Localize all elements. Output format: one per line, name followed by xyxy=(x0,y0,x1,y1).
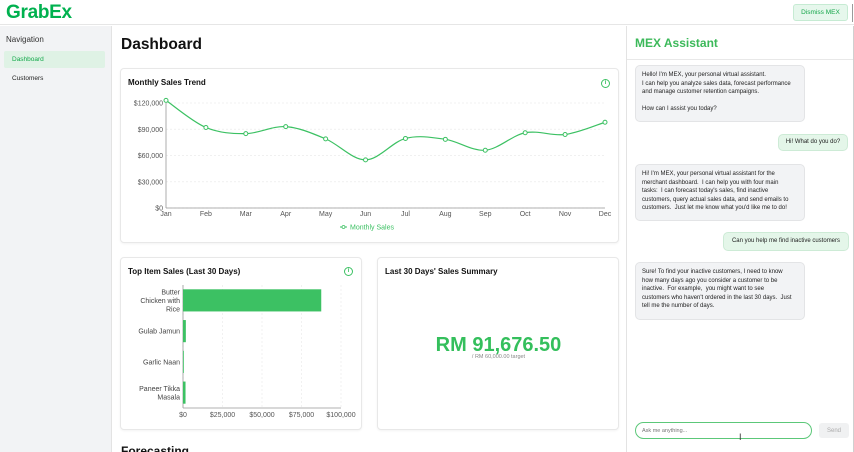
sales-summary-card: Last 30 Days' Sales Summary RM 91,676.50… xyxy=(377,257,619,430)
x-tick-label: Oct xyxy=(520,211,531,218)
data-point xyxy=(203,125,209,130)
y-tick-label: $120,000 xyxy=(134,101,163,108)
y-tick-label: Paneer Tikka Masala xyxy=(139,386,180,401)
x-tick-label: Jan xyxy=(160,211,171,218)
data-point xyxy=(602,119,608,125)
top-item-sales-card: Top Item Sales (Last 30 Days) i $0 $25,00… xyxy=(120,257,362,430)
x-tick-label: $50,000 xyxy=(249,412,274,419)
sales-target-text: / RM 60,000.00 target xyxy=(471,354,526,360)
page-title: Dashboard xyxy=(121,36,202,53)
x-tick-label: Mar xyxy=(240,211,253,218)
send-button[interactable]: Send xyxy=(819,423,849,438)
x-tick-label: $100,000 xyxy=(326,412,355,419)
x-tick-label: Dec xyxy=(599,211,612,218)
data-point xyxy=(163,97,169,103)
y-tick-label: Garlic Naan xyxy=(143,359,180,366)
sidebar: Navigation Dashboard Customers xyxy=(0,26,112,452)
data-point xyxy=(482,147,488,153)
bot-message: Hi! I'm MEX, your personal virtual assis… xyxy=(635,164,805,221)
data-point xyxy=(323,136,329,142)
mex-assistant-panel: MEX Assistant Hello! I'm MEX, your perso… xyxy=(626,26,854,452)
y-tick-label: $90,000 xyxy=(138,127,163,134)
top-item-sales-chart: $0 $25,000 $50,000 $75,000 $100,000 Butter Chi… xyxy=(138,285,356,419)
forecasting-section-title: Forecasting xyxy=(121,444,190,452)
sales-bar xyxy=(183,381,186,404)
monthly-sales-chart: $0$30,000$60,000$90,000$120,000Jan Feb Mar… xyxy=(134,97,612,232)
grabex-logo[interactable]: GrabEx xyxy=(6,2,72,24)
x-tick-label: Feb xyxy=(200,211,212,218)
sidebar-item-customers[interactable]: Customers xyxy=(4,70,105,87)
y-tick-label: Gulab Jamun xyxy=(138,329,180,336)
assistant-title: MEX Assistant xyxy=(635,36,718,50)
sales-bar xyxy=(183,289,322,312)
monthly-sales-line xyxy=(165,99,606,161)
x-tick-label: Aug xyxy=(439,211,452,218)
x-tick-label: Jun xyxy=(360,211,371,218)
top-bar: GrabEx Dismiss MEX xyxy=(0,0,854,25)
data-point xyxy=(562,132,568,137)
x-tick-label: $0 xyxy=(179,412,187,419)
x-tick-label: May xyxy=(319,211,333,218)
topbar-divider xyxy=(852,4,853,22)
monthly-sales-card: Monthly Sales Trend i $0 $30,000 $60,000 $9… xyxy=(120,68,619,243)
sidebar-item-dashboard[interactable]: Dashboard xyxy=(4,51,105,68)
y-tick-label: Butter Chicken with Rice xyxy=(140,289,180,313)
data-point xyxy=(363,157,369,163)
x-tick-label: Apr xyxy=(280,211,292,218)
chat-input[interactable] xyxy=(635,422,812,439)
x-tick-label: $25,000 xyxy=(210,412,235,419)
x-tick-label: Sep xyxy=(479,211,492,218)
text-cursor-icon: I xyxy=(739,432,742,442)
bot-message: Hello! I'm MEX, your personal virtual as… xyxy=(635,65,805,122)
sales-bar xyxy=(183,350,184,373)
x-tick-label: $75,000 xyxy=(289,412,314,419)
user-message: Can you help me find inactive customers xyxy=(723,232,849,251)
dismiss-mex-button[interactable]: Dismiss MEX xyxy=(793,4,848,21)
data-point xyxy=(522,130,528,136)
assistant-divider xyxy=(627,59,854,60)
sales-bar xyxy=(183,320,186,343)
x-tick-label: Nov xyxy=(559,211,572,218)
data-point xyxy=(283,124,289,130)
sales-summary-title: Last 30 Days' Sales Summary xyxy=(385,267,498,276)
legend-marker-icon xyxy=(341,225,346,229)
main-content: Dashboard Monthly Sales Trend i $0 $30,00… xyxy=(113,26,625,452)
data-point xyxy=(442,136,448,142)
x-tick-label: Jul xyxy=(401,211,410,218)
sidebar-title: Navigation xyxy=(6,35,44,44)
data-point xyxy=(402,135,408,141)
y-tick-label: $30,000 xyxy=(138,179,163,186)
data-point xyxy=(243,131,249,137)
bot-message: Sure! To find your inactive customers, I… xyxy=(635,262,805,320)
legend-label: Monthly Sales xyxy=(350,225,394,232)
user-message: Hi! What do you do? xyxy=(778,134,848,151)
y-tick-label: $60,000 xyxy=(138,153,163,160)
